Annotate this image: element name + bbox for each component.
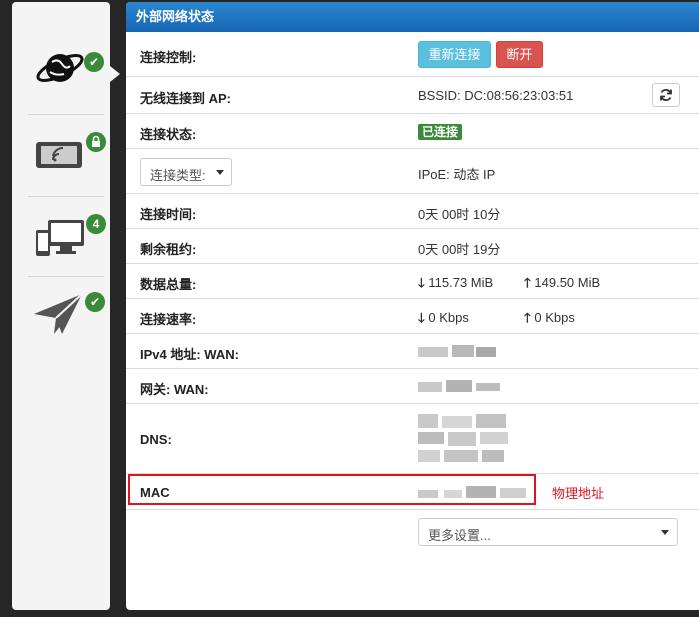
sidebar-item-wireless[interactable] (12, 118, 110, 198)
check-icon: ✔ (85, 292, 105, 312)
rate-down: 🡓 0 Kbps (418, 309, 469, 331)
refresh-button[interactable] (652, 83, 680, 107)
traffic-up: 🡑 149.50 MiB (524, 274, 600, 296)
traffic-up-value: 149.50 MiB (534, 275, 601, 290)
sidebar-divider (28, 276, 104, 277)
row-traffic: 数据总量: 🡓 115.73 MiB 🡑 149.50 MiB (126, 264, 699, 299)
ipv4-label: IPv4 地址: WAN: (140, 347, 239, 362)
uptime-label: 连接时间: (140, 207, 197, 222)
traffic-label: 数据总量: (140, 277, 197, 292)
mac-annotation: 物理地址 (552, 486, 605, 501)
dns-label: DNS: (140, 432, 172, 447)
row-connection-control: 连接控制: 重新连接 断开 (126, 32, 699, 77)
bssid-value: BSSID: DC:08:56:23:03:51 (418, 88, 574, 103)
tablet-wifi-icon (36, 142, 82, 168)
gateway-label: 网关: WAN: (140, 382, 209, 397)
row-gateway: 网关: WAN: (126, 369, 699, 404)
arrow-up-icon: 🡑 (524, 310, 531, 325)
traffic-down: 🡓 115.73 MiB (418, 274, 493, 296)
row-uptime: 连接时间: 0天 00时 10分 (126, 194, 699, 229)
sidebar: ✔ 4 ✔ (12, 2, 110, 610)
wan-status-panel: 外部网络状态 连接控制: 重新连接 断开 无线连接到 AP: BSSID: DC… (126, 2, 699, 610)
traffic-down-value: 115.73 MiB (428, 275, 494, 290)
devices-icon (36, 220, 84, 256)
sidebar-item-devices[interactable]: 4 (12, 198, 110, 278)
status-badge: 已连接 (418, 124, 463, 140)
uptime-value: 0天 00时 10分 (418, 207, 501, 222)
row-dns: DNS: (126, 404, 699, 474)
arrow-up-icon: 🡑 (524, 275, 531, 290)
connection-type-value: IPoE: 动态 IP (418, 167, 496, 182)
device-count-badge: 4 (86, 214, 106, 234)
active-indicator (110, 66, 120, 82)
rate-label: 连接速率: (140, 312, 197, 327)
row-ap: 无线连接到 AP: BSSID: DC:08:56:23:03:51 (126, 77, 699, 114)
globe-icon (36, 54, 84, 82)
panel-title: 外部网络状态 (126, 2, 699, 32)
more-settings-label: 更多设置... (428, 528, 491, 543)
sidebar-divider (28, 196, 104, 197)
lock-icon (86, 132, 106, 152)
row-status: 连接状态: 已连接 (126, 114, 699, 149)
rate-up: 🡑 0 Kbps (524, 309, 575, 331)
lease-label: 剩余租约: (140, 242, 197, 257)
connection-type-select[interactable]: 连接类型: (140, 158, 232, 186)
disconnect-button[interactable]: 断开 (496, 41, 543, 68)
mac-highlight-box (128, 474, 536, 505)
chevron-down-icon (216, 170, 224, 175)
sidebar-divider (28, 114, 104, 115)
connection-control-label: 连接控制: (140, 50, 197, 65)
row-lease: 剩余租约: 0天 00时 19分 (126, 229, 699, 264)
connection-type-select-label: 连接类型: (150, 168, 206, 183)
rate-up-value: 0 Kbps (534, 310, 575, 325)
check-icon: ✔ (84, 52, 104, 72)
arrow-down-icon: 🡓 (418, 310, 425, 325)
refresh-icon (660, 89, 672, 101)
sidebar-item-send[interactable]: ✔ (12, 278, 110, 358)
more-settings-select[interactable]: 更多设置... (418, 518, 678, 546)
rate-down-value: 0 Kbps (428, 310, 469, 325)
lease-value: 0天 00时 19分 (418, 242, 501, 257)
paper-plane-icon (34, 293, 83, 334)
chevron-down-icon (661, 530, 669, 535)
sidebar-item-internet[interactable]: ✔ (12, 30, 110, 110)
status-label: 连接状态: (140, 127, 197, 142)
ap-label: 无线连接到 AP: (140, 91, 232, 106)
row-ipv4: IPv4 地址: WAN: (126, 334, 699, 369)
arrow-down-icon: 🡓 (418, 275, 425, 290)
reconnect-button[interactable]: 重新连接 (418, 41, 491, 68)
row-connection-type: 连接类型: IPoE: 动态 IP (126, 149, 699, 194)
row-rate: 连接速率: 🡓 0 Kbps 🡑 0 Kbps (126, 299, 699, 334)
